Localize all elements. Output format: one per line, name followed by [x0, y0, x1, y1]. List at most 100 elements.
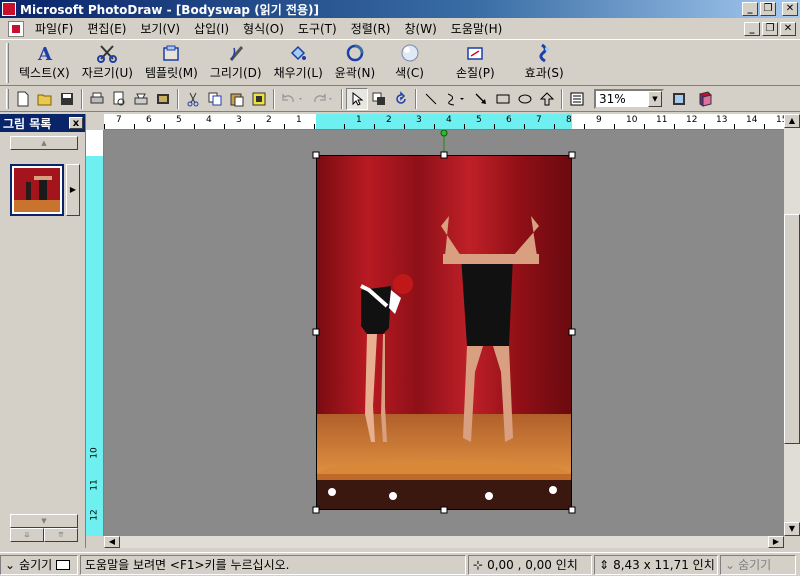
document-icon[interactable] — [8, 20, 24, 37]
outline-button[interactable]: 윤곽(N) — [329, 40, 381, 84]
drawing-canvas[interactable] — [104, 130, 784, 536]
help-book-button[interactable] — [694, 88, 716, 110]
picture-list-scroll-up[interactable]: ▲ — [10, 136, 78, 150]
pointer-tool-button[interactable] — [346, 87, 368, 110]
redo-button[interactable] — [308, 88, 338, 110]
vertical-ruler[interactable]: 10 11 12 — [86, 130, 104, 536]
menu-file[interactable]: 파일(F) — [28, 20, 80, 37]
ellipse-tool-button[interactable] — [514, 88, 536, 110]
picture-list-scroll-bottom[interactable]: ⇊ — [10, 528, 44, 542]
window-title: Microsoft PhotoDraw - [Bodyswap (읽기 전용)] — [20, 2, 319, 17]
rotate-button[interactable] — [390, 88, 412, 110]
ruler-v-number: 11 — [89, 479, 100, 491]
doc-minimize-button[interactable]: _ — [744, 22, 760, 36]
scan-button[interactable] — [130, 88, 152, 110]
outline-button-label: 윤곽(N) — [334, 66, 376, 80]
zoom-combobox[interactable]: 31% ▼ — [594, 88, 664, 109]
scroll-left-arrow[interactable]: ◀ — [104, 536, 120, 548]
autoshape-tool-button[interactable] — [536, 88, 558, 110]
new-file-button[interactable] — [12, 88, 34, 110]
copy-button[interactable] — [204, 88, 226, 110]
undo-button[interactable] — [278, 88, 308, 110]
touchup-icon — [467, 47, 484, 60]
cut-button[interactable] — [182, 88, 204, 110]
hide-label: 숨기기 — [19, 558, 53, 572]
arrow-pointer-icon — [352, 91, 364, 106]
hide-right-button[interactable]: ⌄ 숨기기 — [720, 554, 796, 575]
save-button[interactable] — [56, 88, 78, 110]
visual-menu-toolbar: A 텍스트(X) 자르기(U) 템플릿(M) 그리기(D) 채우기(L) 윤곽(… — [0, 40, 800, 86]
effects-button[interactable]: 효과(S) — [513, 40, 576, 84]
doc-restore-button[interactable]: ❐ — [762, 22, 778, 36]
doc-close-button[interactable]: ✕ — [780, 22, 796, 36]
menu-format[interactable]: 형식(O) — [236, 20, 291, 37]
photodraw-app-icon[interactable] — [2, 2, 16, 16]
menu-edit[interactable]: 편집(E) — [80, 20, 133, 37]
effects-button-label: 효과(S) — [524, 66, 564, 80]
line-tool-button[interactable] — [420, 88, 442, 110]
picture-thumbnail-bodyswap[interactable] — [10, 164, 64, 216]
autoshape-icon — [539, 91, 555, 105]
color-button[interactable]: 색(C) — [381, 40, 438, 84]
toolbar-grip[interactable] — [6, 43, 9, 83]
menu-view[interactable]: 보기(V) — [133, 20, 187, 37]
fit-window-icon — [673, 92, 685, 105]
hide-panel-button[interactable]: ⌄ 숨기기 — [0, 554, 78, 575]
rectangle-tool-button[interactable] — [492, 88, 514, 110]
vertical-scroll-thumb[interactable] — [784, 214, 800, 444]
menu-insert[interactable]: 삽입(I) — [187, 20, 236, 37]
menu-window[interactable]: 창(W) — [398, 20, 444, 37]
paste-special-button[interactable] — [248, 88, 270, 110]
redo-icon — [314, 92, 332, 102]
fill-button-label: 채우기(L) — [273, 66, 323, 80]
ruler-h-number: 15 — [776, 115, 784, 125]
print-button[interactable] — [86, 88, 108, 110]
print-icon — [90, 92, 104, 103]
menu-help[interactable]: 도움말(H) — [444, 20, 510, 37]
crop-button[interactable]: 자르기(U) — [76, 40, 139, 84]
scroll-up-arrow[interactable]: ▲ — [784, 114, 800, 128]
close-button[interactable]: ✕ — [782, 2, 798, 16]
touchup-button[interactable]: 손질(P) — [438, 40, 513, 84]
chevron-down-icon[interactable]: ▼ — [648, 90, 662, 107]
picture-list-expand-button[interactable]: ▶ — [66, 164, 80, 216]
position-readout: ⊹ 0,00 , 0,00 인치 — [468, 554, 592, 575]
svg-text:A: A — [37, 44, 53, 63]
template-button[interactable]: 템플릿(M) — [139, 40, 204, 84]
ruler-h-number: 10 — [626, 115, 638, 125]
text-button[interactable]: A 텍스트(X) — [13, 40, 76, 84]
ruler-h-number: 4 — [206, 115, 212, 125]
picture-list-scroll-down[interactable]: ▼ — [10, 514, 78, 528]
cut-icon — [187, 92, 199, 106]
restore-button[interactable]: ❐ — [760, 2, 776, 16]
curve-tool-button[interactable] — [442, 88, 470, 110]
vertical-scrollbar[interactable]: ▲ ▼ — [784, 114, 800, 536]
picture-list-scroll-top[interactable]: ⇈ — [44, 528, 78, 542]
text-tool-button[interactable] — [566, 88, 588, 110]
arrow-tool-button[interactable] — [470, 88, 492, 110]
ruler-h-number: 7 — [116, 115, 122, 125]
camera-button[interactable] — [152, 88, 174, 110]
scroll-down-arrow[interactable]: ▼ — [784, 522, 800, 536]
draw-button[interactable]: 그리기(D) — [204, 40, 268, 84]
menu-tools[interactable]: 도구(T) — [291, 20, 344, 37]
scroll-right-arrow[interactable]: ▶ — [768, 536, 784, 548]
open-button[interactable] — [34, 88, 56, 110]
menu-arrange[interactable]: 정렬(R) — [344, 20, 398, 37]
minimize-button[interactable]: _ — [742, 2, 758, 16]
bodyswap-picture[interactable] — [104, 130, 784, 536]
status-bar: ⌄ 숨기기 도움말을 보려면 <F1>키를 누르십시오. ⊹ 0,00 , 0,… — [0, 552, 800, 576]
horizontal-ruler[interactable]: 7654321123456789101112131415 — [104, 114, 784, 130]
print-preview-button[interactable] — [108, 88, 130, 110]
ruler-h-number: 3 — [236, 115, 242, 125]
panel-icon — [56, 559, 71, 570]
toolbar-grip[interactable] — [6, 88, 9, 109]
paste-button[interactable] — [226, 88, 248, 110]
ruler-h-number: 14 — [746, 115, 758, 125]
fill-button[interactable]: 채우기(L) — [268, 40, 329, 84]
horizontal-scrollbar[interactable]: ◀ ▶ — [104, 536, 784, 548]
bodyswap-thumbnail-image — [14, 168, 60, 212]
arrange-button[interactable] — [368, 88, 390, 110]
fit-to-window-button[interactable] — [668, 88, 690, 110]
picture-list-close-icon[interactable]: x — [69, 117, 83, 129]
